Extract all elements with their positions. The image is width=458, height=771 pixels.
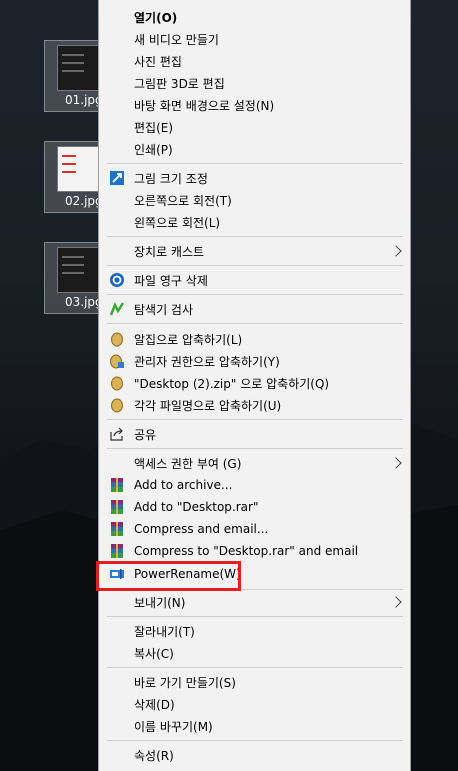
menu-separator	[107, 419, 403, 420]
menu-item-label: 파일 영구 삭제	[134, 273, 208, 288]
menu-item-label: 잘라내기(T)	[134, 624, 195, 639]
image-thumbnail	[57, 247, 99, 293]
menu-item-label: 바로 가기 만들기(S)	[134, 675, 236, 690]
menu-separator	[107, 616, 403, 617]
menu-separator	[107, 448, 403, 449]
menu-item-label: 공유	[134, 427, 157, 442]
menu-item-label: 보내기(N)	[134, 595, 186, 610]
menu-item-resize[interactable]: 그림 크기 조정	[99, 167, 410, 189]
image-resize-icon	[110, 171, 124, 185]
menu-item-label: Add to "Desktop.rar"	[134, 500, 259, 514]
menu-item-label: 알집으로 압축하기(L)	[134, 332, 243, 347]
menu-item-explorer-scan[interactable]: 탐색기 검사	[99, 298, 410, 320]
menu-item-label: 탐색기 검사	[134, 302, 194, 317]
winrar-icon	[111, 478, 123, 492]
image-thumbnail	[57, 45, 99, 91]
chevron-right-icon	[390, 245, 402, 257]
alzip-egg-icon	[111, 332, 123, 347]
image-thumbnail	[57, 146, 99, 192]
menu-item-alzip-each[interactable]: 각각 파일명으로 압축하기(U)	[99, 394, 410, 416]
menu-item-properties[interactable]: 속성(R)	[99, 744, 410, 766]
menu-item-label: 오른쪽으로 회전(T)	[134, 193, 232, 208]
menu-item-label: 바탕 화면 배경으로 설정(N)	[134, 98, 275, 113]
chevron-right-icon	[390, 596, 402, 608]
menu-item-open[interactable]: 열기(O)	[99, 6, 410, 28]
alzip-egg-icon	[111, 398, 123, 413]
menu-item-label: 그림 크기 조정	[134, 171, 208, 186]
context-menu: 열기(O) 새 비디오 만들기 사진 편집 그림판 3D로 편집 바탕 화면 배…	[98, 0, 411, 771]
menu-separator	[107, 163, 403, 164]
desktop-file-icon[interactable]: 01.jpg	[44, 40, 103, 112]
menu-separator	[107, 294, 403, 295]
menu-item-cut[interactable]: 잘라내기(T)	[99, 620, 410, 642]
menu-item-label: 왼쪽으로 회전(L)	[134, 215, 221, 230]
menu-item-give-access[interactable]: 액세스 권한 부여 (G)	[99, 452, 410, 474]
shredder-icon	[110, 273, 124, 287]
menu-item-label: Add to archive...	[134, 478, 233, 492]
menu-item-rar-add-desktop[interactable]: Add to "Desktop.rar"	[99, 496, 410, 518]
menu-item-label: 이름 바꾸기(M)	[134, 719, 213, 734]
menu-item-new-video[interactable]: 새 비디오 만들기	[99, 28, 410, 50]
winrar-icon	[111, 500, 123, 514]
share-icon	[110, 427, 123, 441]
desktop-file-icon[interactable]: 02.jpg	[44, 141, 103, 213]
menu-item-rar-add[interactable]: Add to archive...	[99, 474, 410, 496]
menu-separator	[107, 236, 403, 237]
menu-item-edit-photo[interactable]: 사진 편집	[99, 50, 410, 72]
menu-item-label: Compress to "Desktop.rar" and email	[134, 544, 359, 558]
desktop-file-icon[interactable]: 03.jpg	[44, 242, 103, 314]
desktop-file-name: 02.jpg	[65, 194, 103, 208]
menu-item-label: 액세스 권한 부여 (G)	[134, 456, 242, 471]
menu-item-rar-compress-desktop-email[interactable]: Compress to "Desktop.rar" and email	[99, 540, 410, 562]
desktop-file-name: 03.jpg	[65, 295, 103, 309]
menu-item-alzip-desktop[interactable]: "Desktop (2).zip" 으로 압축하기(Q)	[99, 372, 410, 394]
winrar-icon	[111, 544, 123, 558]
menu-item-label: 편집(E)	[134, 120, 174, 135]
menu-item-label: 각각 파일명으로 압축하기(U)	[134, 398, 282, 413]
alzip-admin-icon	[110, 354, 124, 369]
menu-item-rar-compress-email[interactable]: Compress and email...	[99, 518, 410, 540]
chevron-right-icon	[390, 457, 402, 469]
menu-item-label: Compress and email...	[134, 522, 269, 536]
menu-item-alzip-compress[interactable]: 알집으로 압축하기(L)	[99, 328, 410, 350]
menu-item-rotate-left[interactable]: 왼쪽으로 회전(L)	[99, 211, 410, 233]
winrar-icon	[111, 522, 123, 536]
highlight-box	[96, 561, 241, 591]
menu-separator	[107, 265, 403, 266]
menu-item-share[interactable]: 공유	[99, 423, 410, 445]
menu-item-edit[interactable]: 편집(E)	[99, 116, 410, 138]
menu-item-label: "Desktop (2).zip" 으로 압축하기(Q)	[134, 376, 330, 391]
menu-separator	[107, 667, 403, 668]
menu-item-label: 새 비디오 만들기	[134, 32, 219, 47]
menu-item-label: 관리자 권한으로 압축하기(Y)	[134, 354, 280, 369]
menu-item-paint3d[interactable]: 그림판 3D로 편집	[99, 72, 410, 94]
menu-item-rename[interactable]: 이름 바꾸기(M)	[99, 715, 410, 737]
menu-item-label: 열기(O)	[134, 10, 178, 25]
menu-item-cast[interactable]: 장치로 캐스트	[99, 240, 410, 262]
menu-item-label: 그림판 3D로 편집	[134, 76, 225, 91]
menu-item-delete[interactable]: 삭제(D)	[99, 693, 410, 715]
menu-item-copy[interactable]: 복사(C)	[99, 642, 410, 664]
menu-separator	[107, 323, 403, 324]
menu-item-print[interactable]: 인쇄(P)	[99, 138, 410, 160]
menu-item-rotate-right[interactable]: 오른쪽으로 회전(T)	[99, 189, 410, 211]
menu-item-label: 삭제(D)	[134, 697, 175, 712]
menu-item-label: 장치로 캐스트	[134, 244, 205, 259]
menu-item-label: 복사(C)	[134, 646, 174, 661]
menu-item-label: 사진 편집	[134, 54, 182, 69]
scan-icon	[109, 301, 125, 316]
menu-separator	[107, 740, 403, 741]
desktop-file-name: 01.jpg	[65, 93, 103, 107]
menu-item-set-background[interactable]: 바탕 화면 배경으로 설정(N)	[99, 94, 410, 116]
menu-item-label: 속성(R)	[134, 748, 174, 763]
alzip-egg-icon	[111, 376, 123, 391]
menu-item-send-to[interactable]: 보내기(N)	[99, 591, 410, 613]
menu-item-shred[interactable]: 파일 영구 삭제	[99, 269, 410, 291]
menu-item-create-shortcut[interactable]: 바로 가기 만들기(S)	[99, 671, 410, 693]
menu-item-label: 인쇄(P)	[134, 142, 173, 157]
menu-item-alzip-admin[interactable]: 관리자 권한으로 압축하기(Y)	[99, 350, 410, 372]
